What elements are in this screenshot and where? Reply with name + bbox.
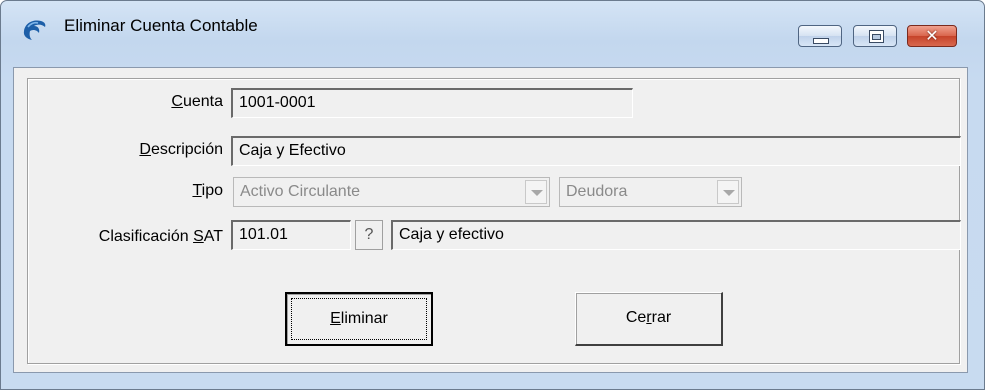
eliminar-button[interactable]: Eliminar xyxy=(285,292,433,346)
chevron-down-icon[interactable] xyxy=(717,180,739,204)
sat-help-button[interactable]: ? xyxy=(355,220,383,250)
descripcion-label: Descripción xyxy=(139,141,223,158)
maximize-button[interactable] xyxy=(853,25,897,47)
tipo-select-value: Activo Circulante xyxy=(240,183,361,200)
chevron-down-icon[interactable] xyxy=(525,180,547,204)
title-bar[interactable]: Eliminar Cuenta Contable ✕ xyxy=(1,1,984,47)
minimize-icon xyxy=(813,38,829,44)
naturaleza-select[interactable]: Deudora xyxy=(559,177,742,207)
close-icon: ✕ xyxy=(925,26,939,45)
cuenta-field[interactable]: 1001-0001 xyxy=(231,88,633,118)
descripcion-field[interactable]: Caja y Efectivo xyxy=(231,136,961,166)
tipo-select[interactable]: Activo Circulante xyxy=(233,177,550,207)
focus-indicator xyxy=(291,298,427,340)
tipo-label: Tipo xyxy=(192,182,223,199)
cuenta-label: Cuenta xyxy=(171,93,223,110)
maximize-icon xyxy=(869,30,884,43)
dialog-window: Eliminar Cuenta Contable ✕ Cuenta 1001-0… xyxy=(0,0,985,390)
naturaleza-select-value: Deudora xyxy=(566,183,628,200)
sat-description-field[interactable]: Caja y efectivo xyxy=(391,220,961,250)
cerrar-button[interactable]: Cerrar xyxy=(575,292,723,346)
dolphin-app-icon xyxy=(23,20,46,40)
minimize-button[interactable] xyxy=(798,25,842,47)
close-button[interactable]: ✕ xyxy=(907,25,957,47)
sat-code-field[interactable]: 101.01 xyxy=(231,220,351,250)
clasificacion-sat-label: Clasificación SAT xyxy=(98,228,223,245)
window-title: Eliminar Cuenta Contable xyxy=(64,16,258,35)
